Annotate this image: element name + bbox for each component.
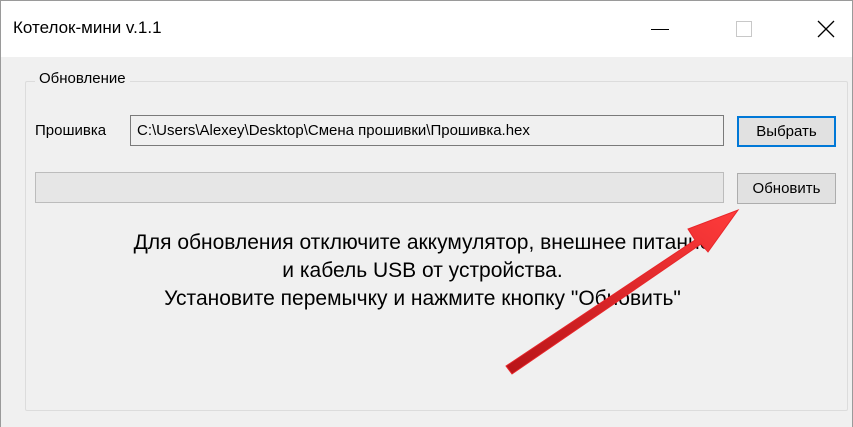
instruction-line: и кабель USB от устройства.: [282, 259, 563, 282]
title-bar[interactable]: Котелок-мини v.1.1: [1, 1, 852, 57]
firmware-label: Прошивка: [35, 122, 107, 139]
select-file-button[interactable]: Выбрать: [737, 116, 836, 147]
close-button[interactable]: [797, 1, 853, 57]
instruction-line: Для обновления отключите аккумулятор, вн…: [133, 231, 712, 254]
minimize-icon: [651, 28, 669, 30]
update-progress-bar: [35, 172, 724, 203]
instructions-text: Для обновления отключите аккумулятор, вн…: [25, 229, 820, 313]
instruction-line: Установите перемычку и нажмите кнопку "О…: [164, 287, 681, 310]
minimize-button[interactable]: [631, 1, 689, 57]
update-button[interactable]: Обновить: [737, 173, 836, 204]
update-group-legend: Обновление: [35, 70, 130, 87]
maximize-icon: [736, 21, 752, 37]
maximize-button: [715, 1, 773, 57]
app-window: Котелок-мини v.1.1 Обновление Прошивка В…: [0, 0, 853, 427]
firmware-path-field[interactable]: [130, 115, 724, 146]
close-icon: [817, 20, 835, 38]
window-title: Котелок-мини v.1.1: [13, 18, 162, 37]
